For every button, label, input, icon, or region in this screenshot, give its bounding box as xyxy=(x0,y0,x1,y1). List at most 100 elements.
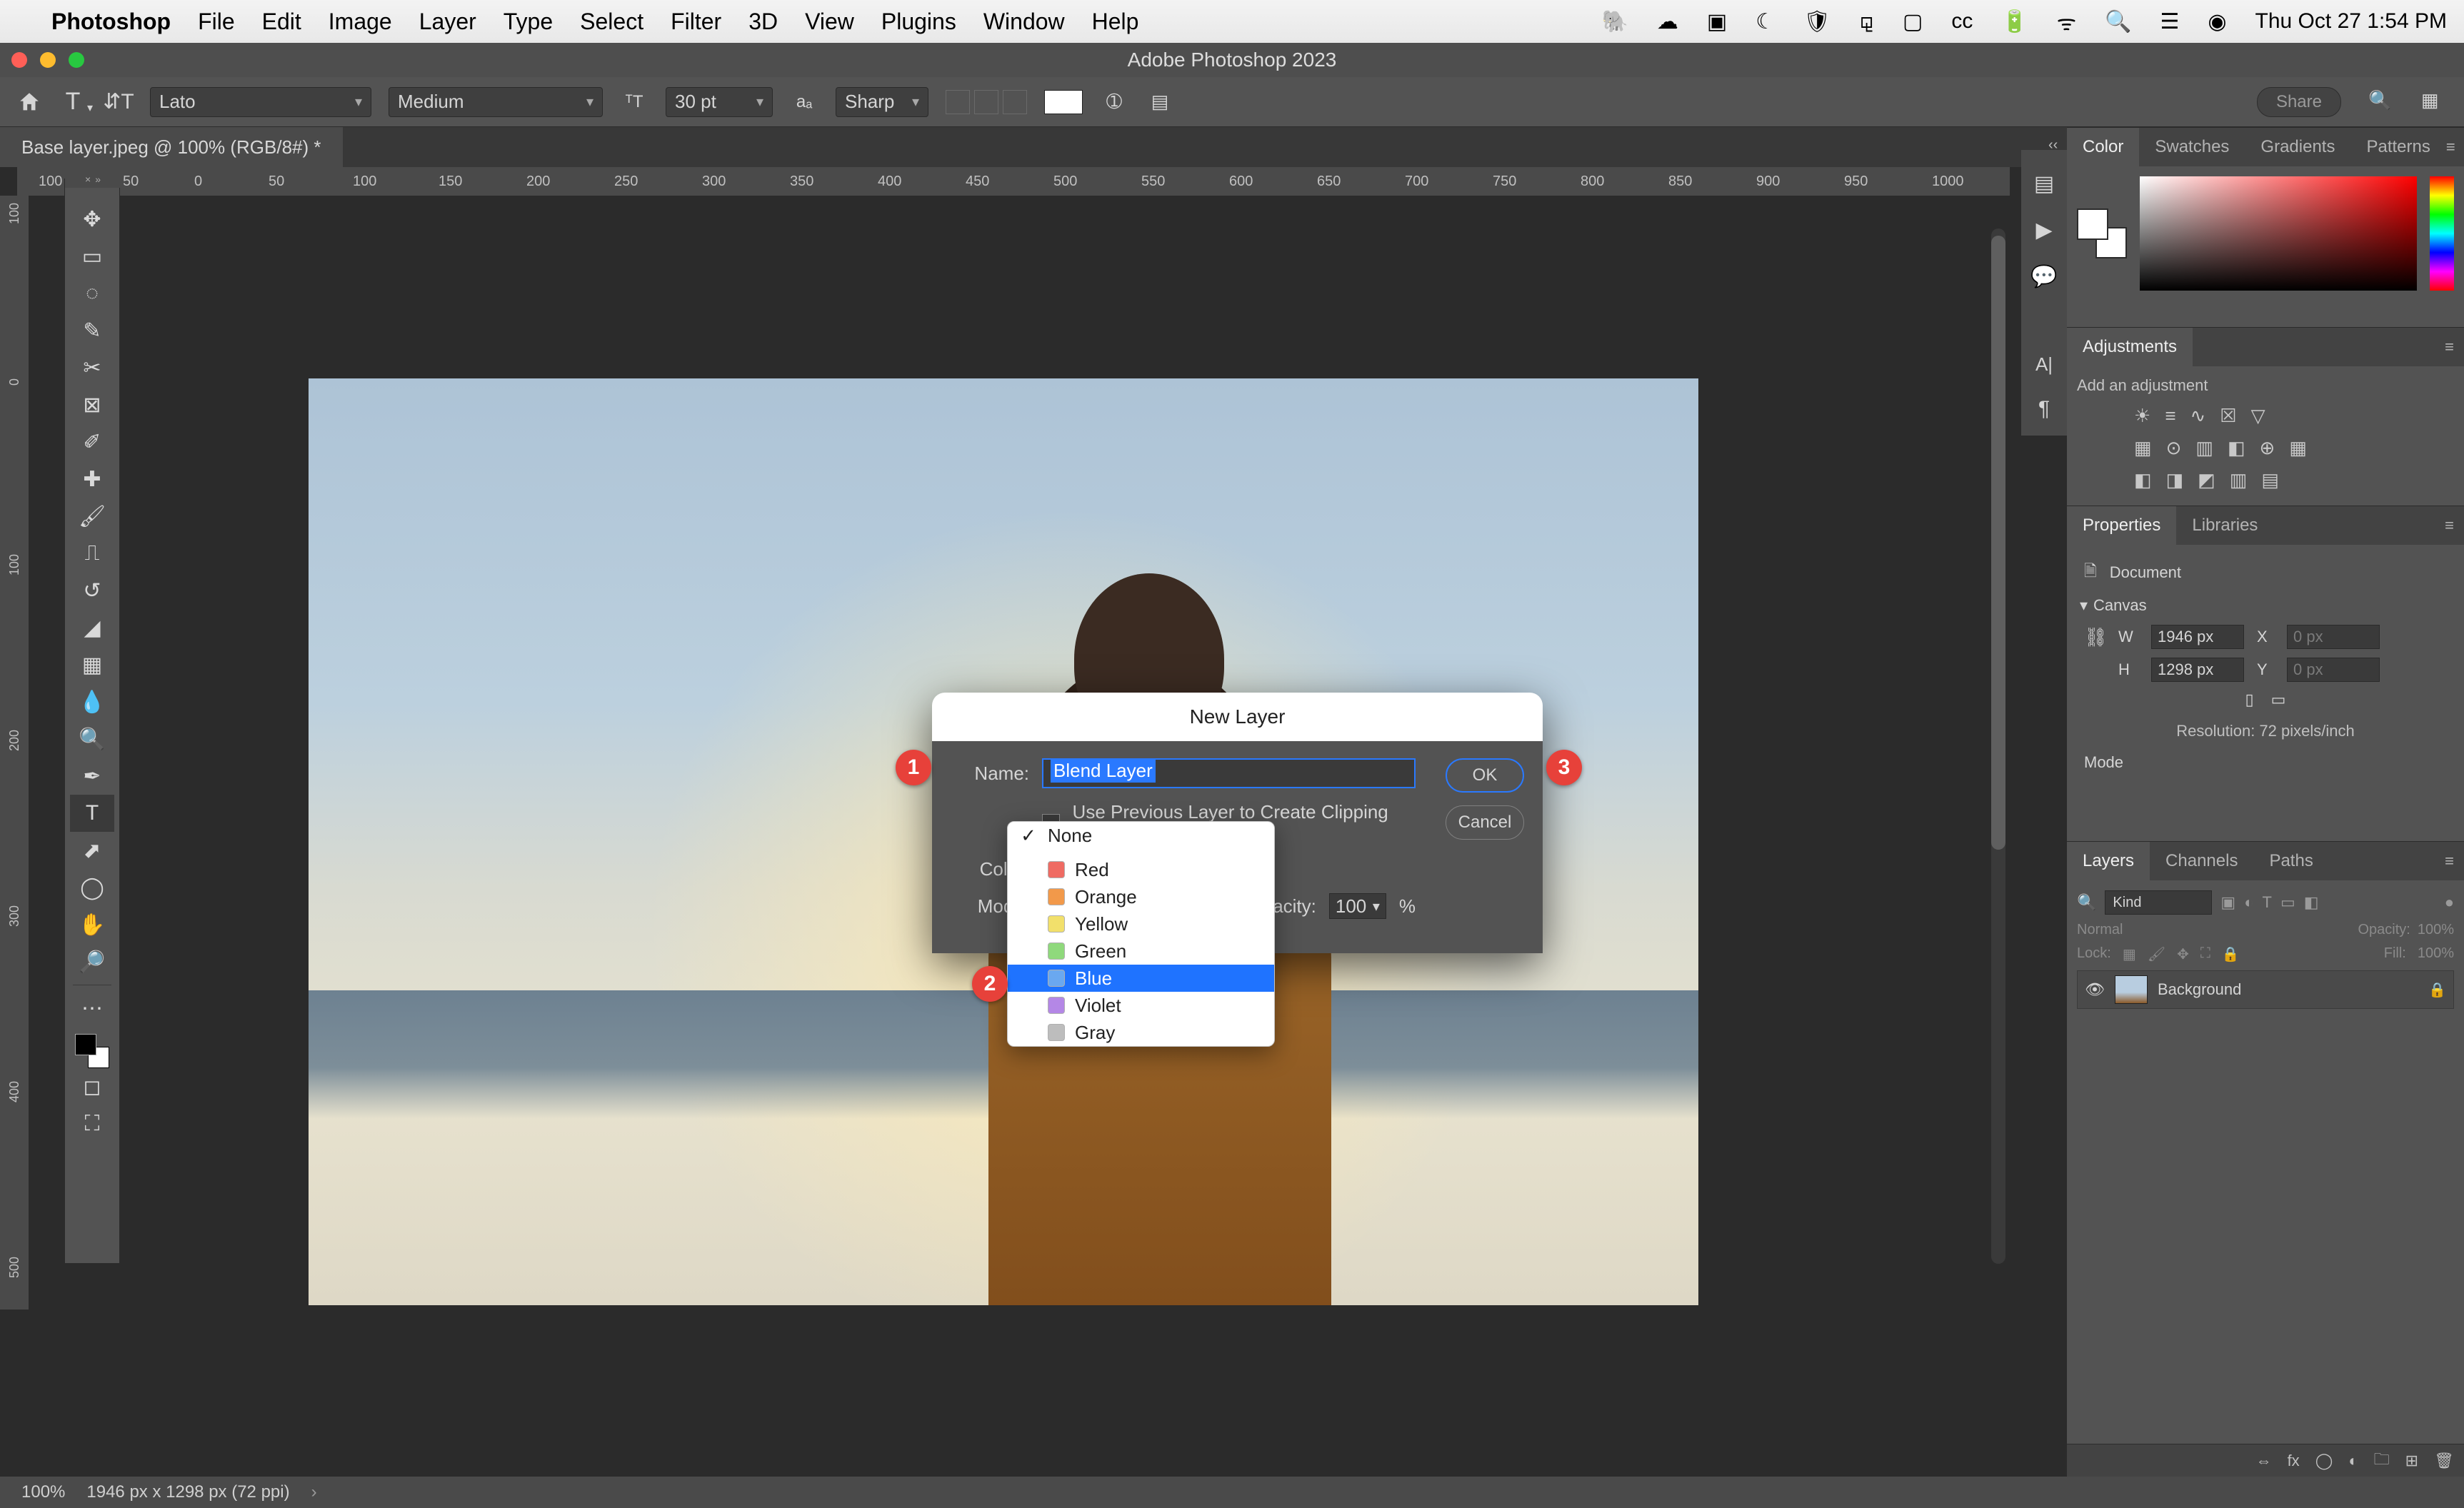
curves-icon[interactable]: ∿ xyxy=(2190,405,2205,427)
menu-edit[interactable]: Edit xyxy=(262,9,301,35)
color-fgbg-swatch[interactable] xyxy=(2077,208,2127,258)
tab-patterns[interactable]: Patterns xyxy=(2350,128,2445,166)
shape-tool-icon[interactable]: ◯ xyxy=(70,869,114,906)
zoom-level[interactable]: 100% xyxy=(21,1482,65,1502)
gradient-map-icon[interactable]: ▥ xyxy=(2230,469,2248,491)
ok-button[interactable]: OK xyxy=(1446,758,1524,793)
color-option-none[interactable]: ✓ None xyxy=(1008,822,1274,849)
type-tool-icon[interactable]: T xyxy=(70,795,114,832)
tab-layers[interactable]: Layers xyxy=(2067,842,2150,880)
opacity-input[interactable]: 100 ▾ xyxy=(1329,893,1386,919)
menubar-battery-icon[interactable]: 🔋 xyxy=(2001,9,2028,34)
photo-filter-icon[interactable]: ◧ xyxy=(2228,437,2245,459)
filter-search-icon[interactable]: 🔍 xyxy=(2077,893,2096,912)
menubar-av-icon[interactable]: 🛡︎ xyxy=(1803,9,1831,34)
panel-menu-icon[interactable]: ≡ xyxy=(2445,338,2464,356)
paragraph-panel-icon[interactable]: ¶ xyxy=(2038,397,2050,421)
tab-adjustments[interactable]: Adjustments xyxy=(2067,328,2193,366)
colorbal-icon[interactable]: ⊙ xyxy=(2166,437,2182,459)
hue-slider[interactable] xyxy=(2430,176,2454,291)
tab-libraries[interactable]: Libraries xyxy=(2176,506,2273,545)
brush-tool-icon[interactable]: 🖌 xyxy=(70,498,114,535)
search-icon[interactable]: 🔍 xyxy=(2368,89,2394,115)
filter-shape-icon[interactable]: ▭ xyxy=(2280,893,2295,912)
dodge-tool-icon[interactable]: 🔍 xyxy=(70,720,114,758)
color-lookup-icon[interactable]: ▦ xyxy=(2289,437,2307,459)
menubar-cloud-icon[interactable]: ☁︎ xyxy=(1657,9,1678,34)
home-icon[interactable] xyxy=(17,90,41,114)
color-option-green[interactable]: Green xyxy=(1008,938,1274,965)
scrollbar-thumb[interactable] xyxy=(1991,236,2005,850)
fg-bg-color[interactable] xyxy=(75,1034,109,1068)
history-brush-tool-icon[interactable]: ↺ xyxy=(70,572,114,609)
fill-value[interactable]: 100% xyxy=(2418,945,2454,963)
lock-paint-icon[interactable]: 🖌 xyxy=(2148,945,2165,963)
link-wh-icon[interactable]: ⛓ xyxy=(2084,626,2105,648)
menu-layer[interactable]: Layer xyxy=(419,9,476,35)
play-icon[interactable]: ▶ xyxy=(2035,218,2052,243)
lock-all-icon[interactable]: 🔒 xyxy=(2222,945,2240,963)
zoom-window-icon[interactable] xyxy=(69,52,84,68)
color-option-blue[interactable]: Blue xyxy=(1008,965,1274,992)
align-center-icon[interactable] xyxy=(974,90,998,114)
workspace-switcher-icon[interactable]: ▦ xyxy=(2421,89,2447,115)
share-button[interactable]: Share xyxy=(2257,87,2341,117)
menubar-elephant-icon[interactable]: 🐘 xyxy=(1602,9,1628,34)
menubar-camera-icon[interactable]: ▣ xyxy=(1707,9,1727,34)
menu-plugins[interactable]: Plugins xyxy=(881,9,956,35)
height-field[interactable] xyxy=(2151,658,2244,682)
edit-toolbar-icon[interactable]: ⋯ xyxy=(70,990,114,1027)
color-option-violet[interactable]: Violet xyxy=(1008,992,1274,1019)
eyedropper-tool-icon[interactable]: ✐ xyxy=(70,423,114,461)
lasso-tool-icon[interactable]: ◌ xyxy=(70,275,114,312)
stamp-tool-icon[interactable]: ⎍ xyxy=(70,535,114,572)
tab-gradients[interactable]: Gradients xyxy=(2245,128,2350,166)
blur-tool-icon[interactable]: 💧 xyxy=(70,683,114,720)
menubar-wifi-icon[interactable]: ᯤ xyxy=(2057,7,2076,36)
new-layer-icon[interactable]: ⊞ xyxy=(2405,1452,2418,1470)
tab-paths[interactable]: Paths xyxy=(2253,842,2328,880)
threshold-icon[interactable]: ◩ xyxy=(2198,469,2215,491)
group-icon[interactable]: 🗀 xyxy=(2374,1447,2390,1474)
lock-pixels-icon[interactable]: ▦ xyxy=(2123,945,2136,963)
align-left-icon[interactable] xyxy=(946,90,970,114)
tab-swatches[interactable]: Swatches xyxy=(2139,128,2245,166)
document-tab[interactable]: Base layer.jpeg @ 100% (RGB/8#) * xyxy=(0,127,343,167)
menubar-siri-icon[interactable]: ◉ xyxy=(2208,9,2226,34)
vibrance-icon[interactable]: ▽ xyxy=(2251,405,2265,427)
align-right-icon[interactable] xyxy=(1003,90,1027,114)
portrait-icon[interactable]: ▯ xyxy=(2245,690,2254,709)
color-option-orange[interactable]: Orange xyxy=(1008,883,1274,910)
warp-text-icon[interactable]: ➀ xyxy=(1100,88,1128,116)
selective-color-icon[interactable]: ▤ xyxy=(2261,469,2279,491)
eraser-tool-icon[interactable]: ◢ xyxy=(70,609,114,646)
pen-tool-icon[interactable]: ✒ xyxy=(70,758,114,795)
status-chevron-icon[interactable]: › xyxy=(311,1482,317,1502)
mask-icon[interactable]: ◯ xyxy=(2315,1452,2333,1470)
gradient-tool-icon[interactable]: ▦ xyxy=(70,646,114,683)
frame-tool-icon[interactable]: ⊠ xyxy=(70,386,114,423)
panel-menu-icon[interactable]: ≡ xyxy=(2445,852,2464,870)
path-select-tool-icon[interactable]: ⬈ xyxy=(70,832,114,869)
menu-image[interactable]: Image xyxy=(329,9,392,35)
marquee-tool-icon[interactable]: ▭ xyxy=(70,238,114,275)
collapse-column-icon[interactable]: ‹‹ xyxy=(2048,137,2058,154)
menu-help[interactable]: Help xyxy=(1092,9,1139,35)
quick-select-tool-icon[interactable]: ✎ xyxy=(70,312,114,349)
close-window-icon[interactable] xyxy=(11,52,27,68)
app-name[interactable]: Photoshop xyxy=(51,9,171,35)
type-tool-preset-icon[interactable]: T▾ xyxy=(59,88,87,116)
hand-tool-icon[interactable]: ✋ xyxy=(70,906,114,943)
minimize-window-icon[interactable] xyxy=(40,52,56,68)
history-panel-icon[interactable]: ▤ xyxy=(2034,171,2054,196)
font-family-dropdown[interactable]: Lato ▾ xyxy=(150,87,371,117)
brightness-icon[interactable]: ☀ xyxy=(2134,405,2150,427)
adjustment-layer-icon[interactable]: ◐ xyxy=(2348,1452,2358,1470)
tab-color[interactable]: Color xyxy=(2067,128,2139,166)
move-tool-icon[interactable]: ✥ xyxy=(70,201,114,238)
layer-thumbnail[interactable] xyxy=(2115,975,2148,1004)
menubar-control-center-icon[interactable]: ☰ xyxy=(2160,9,2179,34)
color-field[interactable] xyxy=(2140,176,2417,291)
filter-image-icon[interactable]: ▣ xyxy=(2220,893,2235,912)
filter-kind-dropdown[interactable]: Kind xyxy=(2105,890,2212,915)
